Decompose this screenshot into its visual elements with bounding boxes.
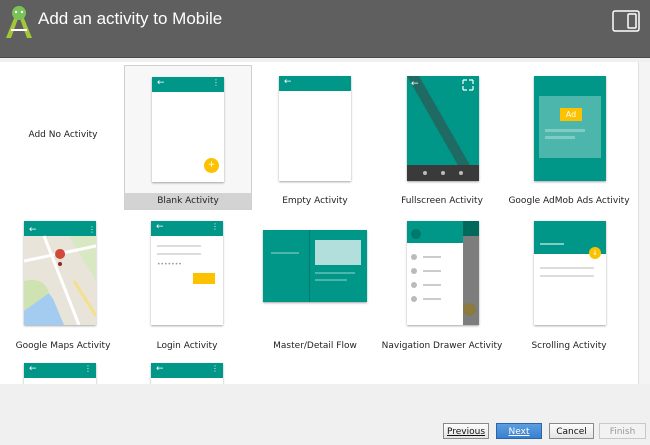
content-line: [540, 275, 594, 277]
drawer-panel: [407, 221, 463, 325]
avatar-icon: [411, 229, 421, 239]
drawer-item-icon: [411, 254, 417, 260]
map-preview-graphic: ← ⋮: [24, 221, 96, 325]
android-studio-icon: [6, 6, 32, 38]
dialog-title: Add an activity to Mobile: [38, 9, 223, 28]
sign-in-button-preview: [193, 273, 215, 284]
finish-button[interactable]: Finish: [599, 423, 646, 439]
master-pane: [263, 230, 310, 302]
template-label: Scrolling Activity: [531, 341, 607, 351]
toolbar-title-line: [540, 243, 564, 245]
template-master-detail[interactable]: Master/Detail Flow: [252, 210, 378, 353]
template-preview: ↓: [534, 221, 606, 325]
overflow-menu-icon: ⋮: [211, 364, 219, 373]
cancel-button-label: Cancel: [556, 427, 587, 437]
overflow-menu-icon: ⋮: [84, 364, 92, 373]
template-label: Navigation Drawer Activity: [381, 341, 503, 351]
template-scrolling-activity[interactable]: ↓ Scrolling Activity: [506, 210, 632, 353]
ad-text-line: [545, 129, 585, 132]
drawer-item-line: [423, 256, 441, 258]
template-preview: ←: [279, 76, 351, 181]
template-label: Google Maps Activity: [15, 341, 111, 351]
back-arrow-icon: ←: [29, 364, 37, 374]
device-icon: [612, 10, 640, 32]
template-preview: [263, 230, 367, 302]
template-preview: ← ⋮: [24, 221, 96, 325]
template-label: Fullscreen Activity: [401, 196, 483, 206]
next-button[interactable]: Next: [496, 423, 542, 439]
email-line: [157, 245, 201, 247]
drawer-item-line: [423, 284, 441, 286]
svg-text:⋮: ⋮: [88, 225, 96, 234]
template-label: Empty Activity: [282, 196, 348, 206]
fullscreen-preview-graphic: ←: [407, 76, 479, 181]
template-admob-activity[interactable]: Ad Google AdMob Ads Activity: [506, 65, 632, 208]
template-preview: [407, 221, 479, 325]
ad-banner: Ad: [539, 96, 601, 158]
drawer-item-icon: [411, 282, 417, 288]
template-preview: ← ⋮ +: [152, 77, 224, 182]
back-arrow-icon: ←: [156, 364, 164, 374]
template-preview: ←: [407, 76, 479, 181]
app-bar: ← ⋮: [24, 363, 96, 378]
template-fullscreen-activity[interactable]: ← Fullscreen Activity: [379, 65, 505, 208]
template-label: Login Activity: [156, 341, 218, 351]
back-arrow-icon: ←: [157, 78, 165, 88]
detail-image: [315, 240, 361, 265]
dialog-header: Add an activity to Mobile: [0, 0, 650, 58]
overflow-menu-icon: ⋮: [212, 78, 220, 87]
back-arrow-icon: ←: [156, 222, 164, 232]
template-preview: ← ⋮ •••••••: [151, 221, 223, 325]
template-add-no-activity[interactable]: Add No Activity: [0, 65, 126, 208]
finish-button-label: Finish: [609, 427, 636, 437]
template-label: Blank Activity: [125, 193, 251, 209]
overflow-menu-icon: ⋮: [211, 222, 219, 231]
detail-line: [315, 272, 355, 274]
template-login-activity[interactable]: ← ⋮ ••••••• Login Activity: [124, 210, 250, 353]
app-bar: ← ⋮: [151, 221, 223, 236]
app-bar: ←: [279, 76, 351, 91]
template-preview-partial[interactable]: ← ⋮: [151, 363, 223, 384]
ad-text-line: [545, 136, 575, 139]
gallery-scrollbar[interactable]: [638, 62, 650, 384]
app-bar: ← ⋮: [152, 77, 224, 92]
template-label: Master/Detail Flow: [273, 341, 357, 351]
username-line: [157, 253, 201, 255]
fab-icon: ↓: [589, 247, 601, 259]
drawer-item-line: [423, 270, 441, 272]
drawer-item-icon: [411, 296, 417, 302]
template-gallery[interactable]: Add No Activity ← ⋮ + Blank Activity ← Em…: [0, 62, 650, 384]
next-button-label: Next: [508, 427, 530, 437]
ad-badge: Ad: [560, 108, 582, 121]
previous-button-label: Previous: [446, 427, 486, 437]
drawer-item-icon: [411, 268, 417, 274]
drawer-item-line: [423, 298, 441, 300]
password-dots: •••••••: [157, 261, 182, 268]
cancel-button[interactable]: Cancel: [549, 423, 594, 439]
app-bar: ← ⋮: [151, 363, 223, 378]
fab-icon: +: [204, 158, 219, 173]
app-bar-behind: [463, 221, 479, 236]
template-preview-partial[interactable]: ← ⋮: [24, 363, 96, 384]
back-arrow-icon: ←: [284, 77, 292, 87]
master-line: [271, 252, 299, 254]
template-blank-activity[interactable]: ← ⋮ + Blank Activity: [124, 65, 252, 210]
template-label: Google AdMob Ads Activity: [508, 196, 630, 206]
template-nav-drawer[interactable]: Navigation Drawer Activity: [379, 210, 505, 353]
svg-text:←: ←: [29, 225, 37, 235]
template-preview: Ad: [534, 76, 606, 181]
fab-dimmed-icon: [463, 303, 476, 316]
previous-button[interactable]: Previous: [443, 423, 489, 439]
template-maps-activity[interactable]: ← ⋮ Google Maps Activity: [0, 210, 126, 353]
template-label: Add No Activity: [28, 130, 98, 140]
template-empty-activity[interactable]: ← Empty Activity: [252, 65, 378, 208]
svg-text:←: ←: [411, 79, 419, 89]
detail-line: [315, 279, 347, 281]
content-line: [540, 267, 594, 269]
